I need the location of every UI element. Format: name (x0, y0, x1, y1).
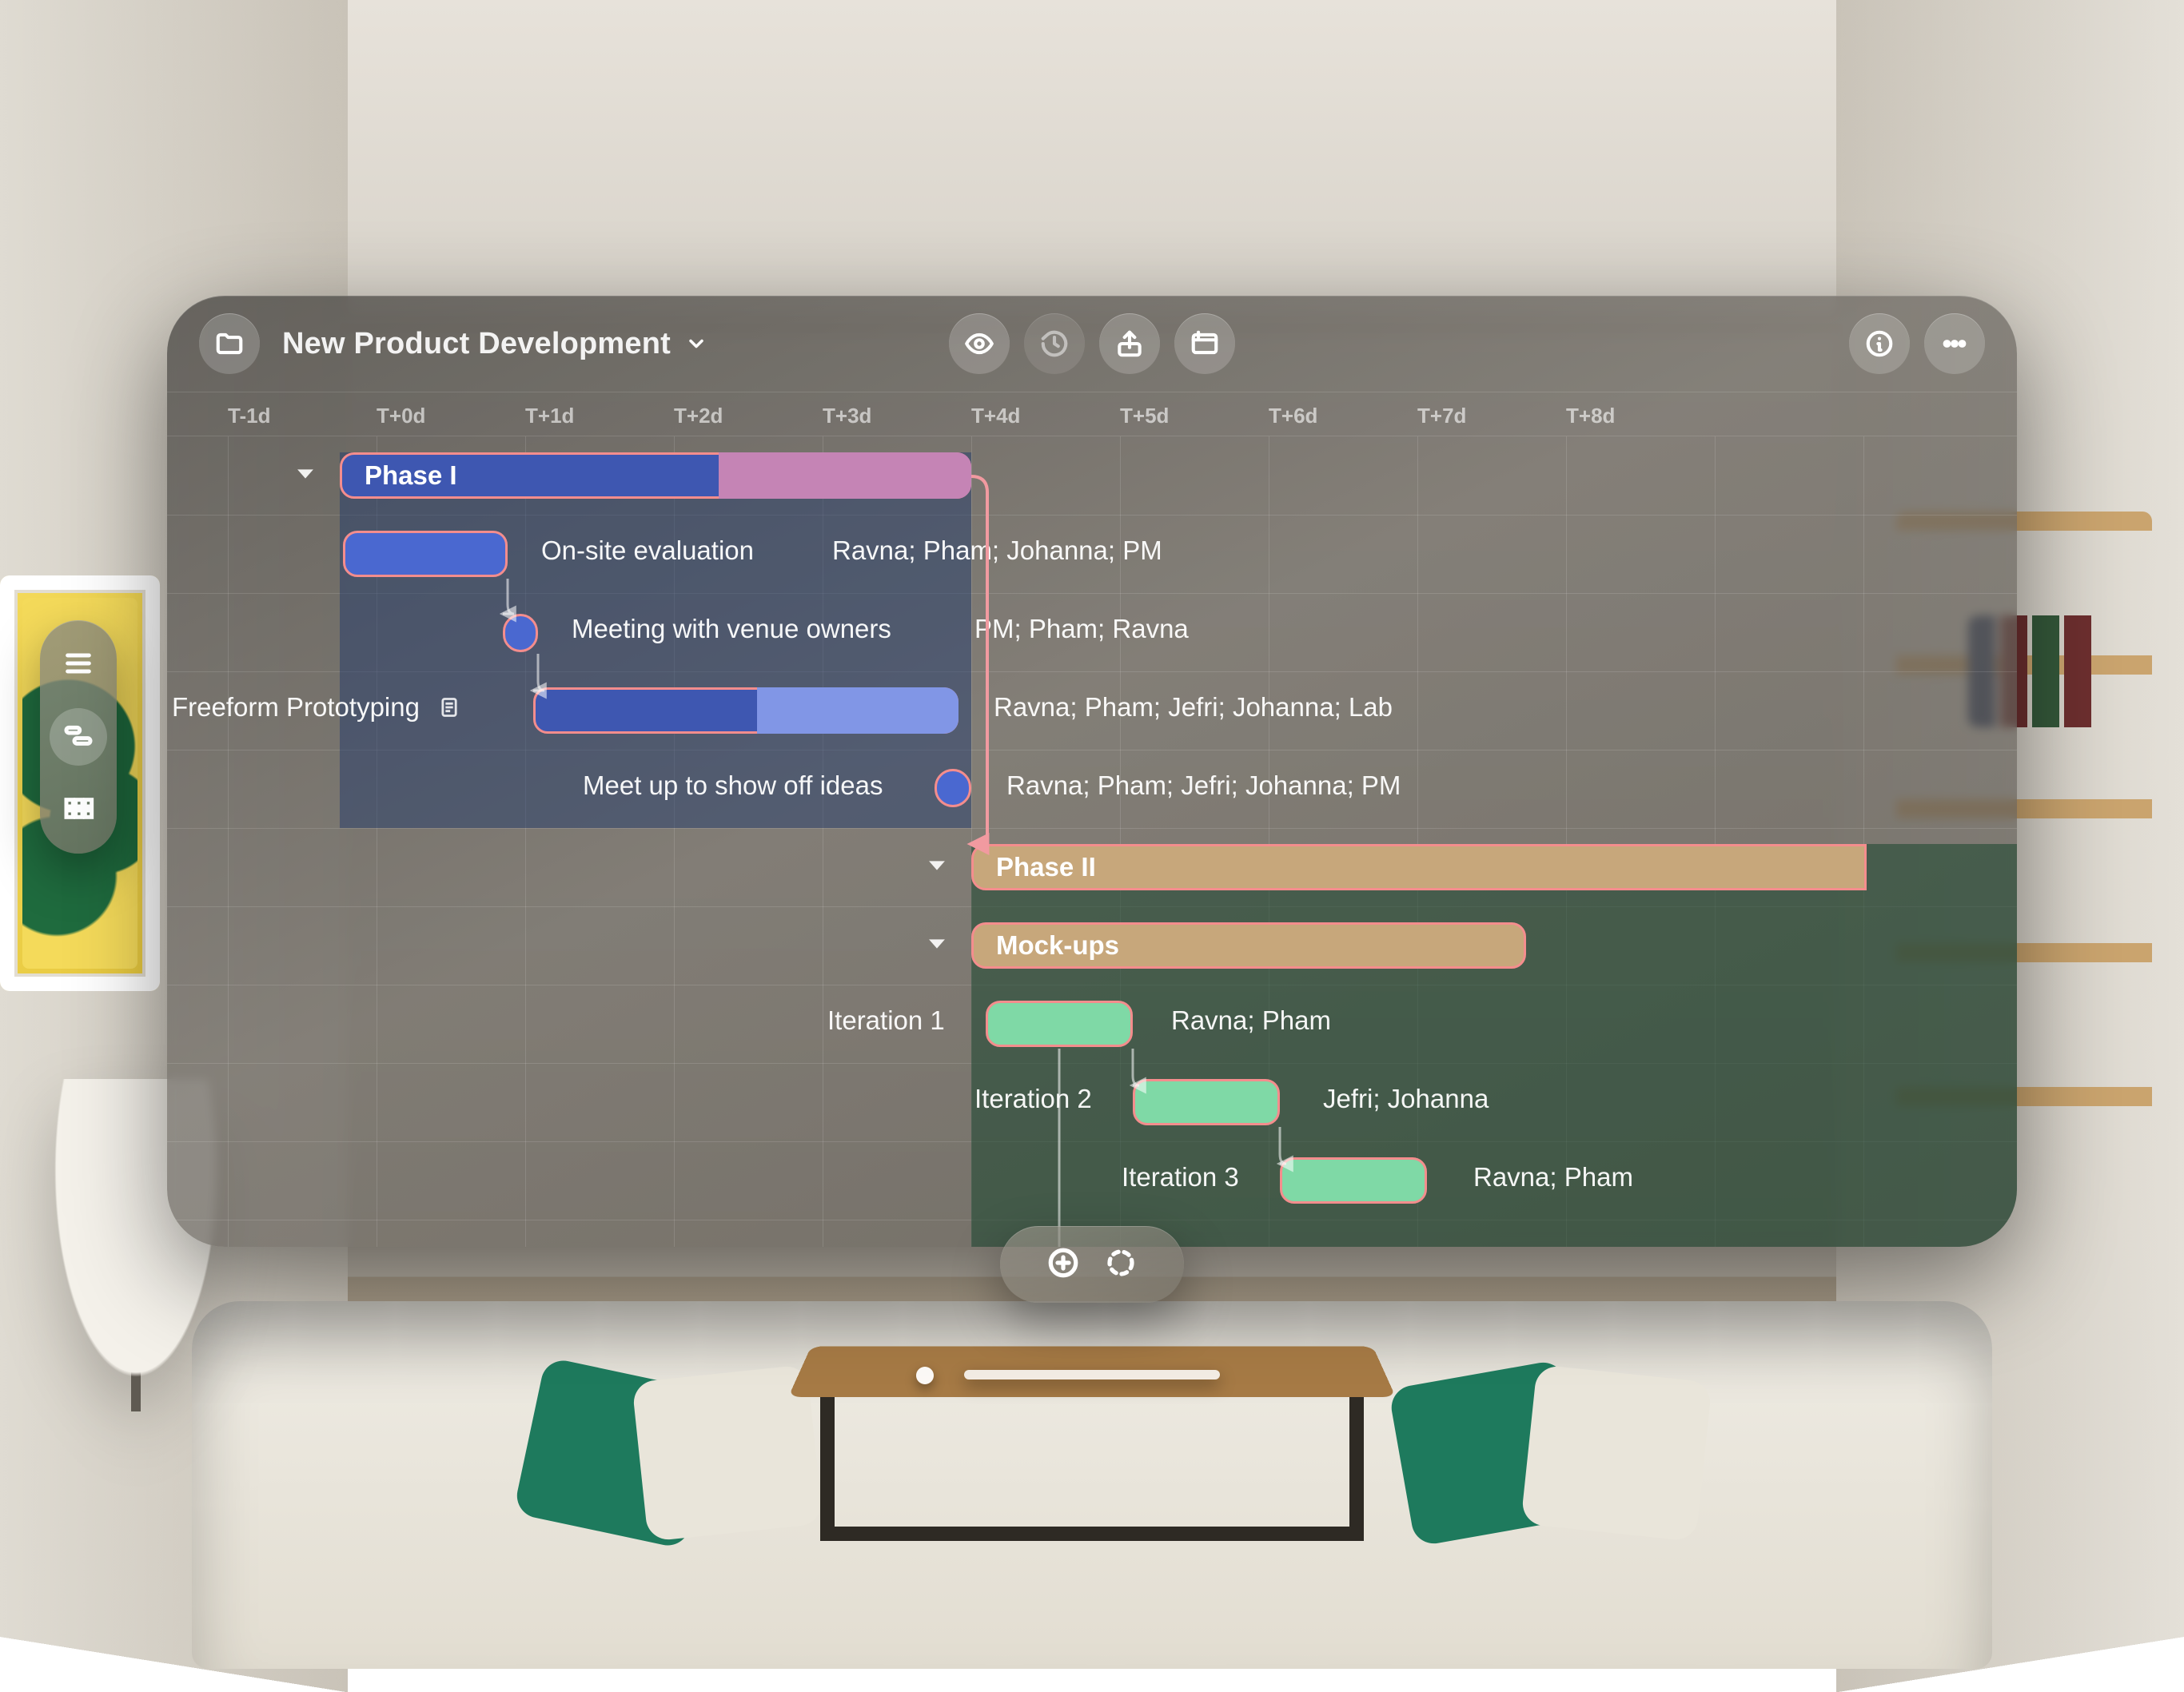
time-tick: T+0d (377, 404, 425, 428)
chevron-down-icon (685, 332, 707, 355)
gantt-bar-meeting[interactable] (503, 614, 538, 652)
history-icon (1039, 328, 1070, 359)
dashed-circle-icon (1104, 1246, 1138, 1280)
task-label-meeting: Meeting with venue owners (572, 614, 891, 644)
time-tick: T+2d (674, 404, 723, 428)
coffee-table (788, 1301, 1396, 1541)
time-tick: T-1d (228, 404, 270, 428)
window-move-handle[interactable] (964, 1370, 1220, 1379)
gantt-view-button[interactable] (50, 708, 107, 766)
bar-label: Phase I (365, 460, 457, 491)
task-label-meetup: Meet up to show off ideas (583, 770, 883, 801)
info-button[interactable] (1849, 313, 1910, 374)
gantt-bar-freeform[interactable] (533, 687, 958, 734)
task-label-iter1: Iteration 1 (827, 1005, 945, 1036)
open-window-button[interactable] (1174, 313, 1235, 374)
project-title-dropdown[interactable]: New Product Development (282, 327, 707, 361)
assignees-iter2: Jefri; Johanna (1323, 1084, 1489, 1114)
task-label-onsite: On-site evaluation (541, 535, 754, 566)
ellipsis-icon (1939, 328, 1970, 359)
time-tick: T+1d (525, 404, 574, 428)
bottom-ornament (1000, 1226, 1184, 1303)
share-icon (1114, 328, 1145, 359)
project-title: New Product Development (282, 327, 671, 361)
window-move-handle-dot[interactable] (916, 1367, 934, 1384)
preview-button[interactable] (949, 313, 1010, 374)
assignees-iter3: Ravna; Pham (1473, 1162, 1633, 1192)
documents-button[interactable] (199, 313, 260, 374)
assignees-meeting: PM; Pham; Ravna (974, 614, 1189, 644)
timeline-header[interactable]: 2d T-1d T+0d T+1d T+2d T+3d T+4d T+5d T+… (167, 392, 2017, 436)
task-label-freeform: Freeform Prototyping (172, 692, 460, 723)
list-view-button[interactable] (50, 635, 107, 692)
disclosure-phase1[interactable] (292, 460, 319, 488)
gantt-bar-iter3[interactable] (1280, 1157, 1427, 1204)
plus-circle-icon (1046, 1246, 1080, 1280)
assignees-freeform: Ravna; Pham; Jefri; Johanna; Lab (994, 692, 1393, 723)
folder-icon (214, 328, 245, 359)
eye-icon (964, 328, 994, 359)
task-label-iter2: Iteration 2 (974, 1084, 1092, 1114)
time-tick: T+7d (1417, 404, 1466, 428)
task-label-iter3: Iteration 3 (1122, 1162, 1239, 1192)
window-icon (1190, 328, 1220, 359)
gantt-bar-onsite[interactable] (343, 531, 508, 577)
board-view-button[interactable] (50, 782, 107, 839)
disclosure-phase2[interactable] (923, 852, 951, 879)
time-tick: T+8d (1566, 404, 1615, 428)
app-window: New Product Development (167, 296, 2017, 1247)
assignees-onsite: Ravna; Pham; Johanna; PM (832, 535, 1162, 566)
info-icon (1864, 328, 1895, 359)
bar-label: Phase II (996, 852, 1096, 882)
time-tick: T+3d (823, 404, 871, 428)
time-tick: T+6d (1269, 404, 1317, 428)
share-button[interactable] (1099, 313, 1160, 374)
more-button[interactable] (1924, 313, 1985, 374)
toolbar: New Product Development (167, 296, 2017, 392)
gantt-chart[interactable]: Phase I On-site evaluation Ravna; Pham; … (167, 436, 2017, 1247)
gantt-bar-mockups[interactable]: Mock-ups (971, 922, 1526, 969)
refresh-button[interactable] (1104, 1246, 1138, 1284)
gantt-bar-iter2[interactable] (1133, 1079, 1280, 1125)
view-switcher-ornament (40, 620, 117, 854)
notes-icon (438, 696, 460, 719)
bar-label: Mock-ups (996, 930, 1119, 961)
time-tick: T+5d (1120, 404, 1169, 428)
gantt-bar-phase1[interactable]: Phase I (340, 452, 971, 499)
gantt-bar-iter1[interactable] (986, 1001, 1133, 1047)
history-button[interactable] (1024, 313, 1085, 374)
add-button[interactable] (1046, 1246, 1080, 1284)
time-tick: T+4d (971, 404, 1020, 428)
assignees-meetup: Ravna; Pham; Jefri; Johanna; PM (1006, 770, 1401, 801)
gantt-bar-meetup[interactable] (935, 769, 971, 807)
disclosure-mockups[interactable] (923, 930, 951, 957)
gantt-bar-phase2[interactable]: Phase II (971, 844, 1867, 890)
assignees-iter1: Ravna; Pham (1171, 1005, 1331, 1036)
